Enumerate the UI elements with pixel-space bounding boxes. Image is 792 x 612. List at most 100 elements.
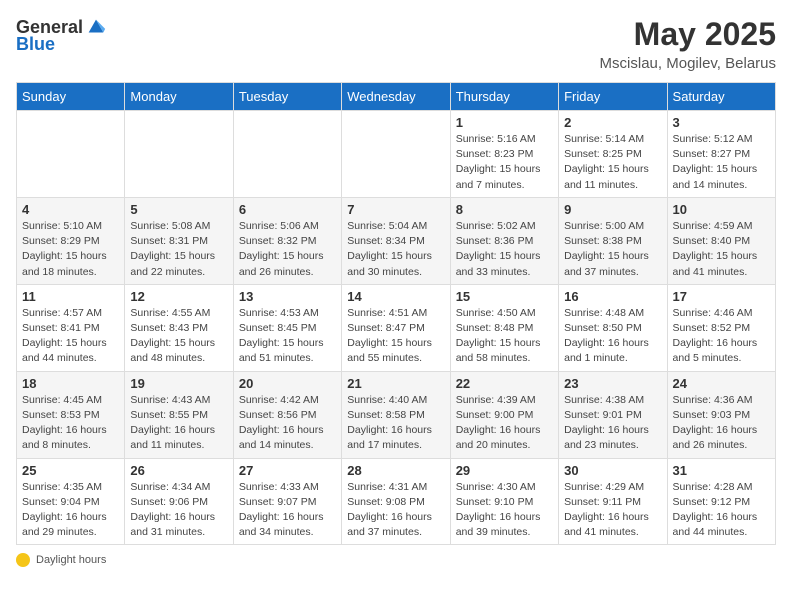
day-number: 25 bbox=[22, 463, 119, 478]
day-info: Sunrise: 4:42 AM Sunset: 8:56 PM Dayligh… bbox=[239, 393, 336, 454]
day-info: Sunrise: 5:16 AM Sunset: 8:23 PM Dayligh… bbox=[456, 132, 553, 193]
calendar-cell: 11 Sunrise: 4:57 AM Sunset: 8:41 PM Dayli… bbox=[17, 284, 125, 371]
day-number: 29 bbox=[456, 463, 553, 478]
calendar-week-row: 25 Sunrise: 4:35 AM Sunset: 9:04 PM Dayli… bbox=[17, 458, 776, 545]
day-info: Sunrise: 4:51 AM Sunset: 8:47 PM Dayligh… bbox=[347, 306, 444, 367]
calendar-cell: 20 Sunrise: 4:42 AM Sunset: 8:56 PM Dayli… bbox=[233, 371, 341, 458]
calendar-week-row: 4Sunrise: 5:10 AM Sunset: 8:29 PM Daylig… bbox=[17, 197, 776, 284]
day-info: Sunrise: 5:04 AM Sunset: 8:34 PM Dayligh… bbox=[347, 219, 444, 280]
logo-blue-text: Blue bbox=[16, 34, 55, 55]
logo: General Blue bbox=[16, 16, 107, 55]
day-number: 14 bbox=[347, 289, 444, 304]
calendar-cell: 23 Sunrise: 4:38 AM Sunset: 9:01 PM Dayli… bbox=[559, 371, 667, 458]
calendar-cell: 21 Sunrise: 4:40 AM Sunset: 8:58 PM Dayli… bbox=[342, 371, 450, 458]
day-number: 21 bbox=[347, 376, 444, 391]
day-number: 11 bbox=[22, 289, 119, 304]
day-info: Sunrise: 4:48 AM Sunset: 8:50 PM Dayligh… bbox=[564, 306, 661, 367]
calendar-week-row: 1 Sunrise: 5:16 AM Sunset: 8:23 PM Daylig… bbox=[17, 111, 776, 198]
day-number: 7 bbox=[347, 202, 444, 217]
day-number: 6 bbox=[239, 202, 336, 217]
column-header-thursday: Thursday bbox=[450, 83, 558, 111]
calendar-cell: 8 Sunrise: 5:02 AM Sunset: 8:36 PM Daylig… bbox=[450, 197, 558, 284]
calendar-cell bbox=[233, 111, 341, 198]
day-number: 23 bbox=[564, 376, 661, 391]
calendar-cell bbox=[125, 111, 233, 198]
day-info: Sunrise: 5:00 AM Sunset: 8:38 PM Dayligh… bbox=[564, 219, 661, 280]
day-info: Sunrise: 4:34 AM Sunset: 9:06 PM Dayligh… bbox=[130, 480, 227, 541]
calendar-cell: 19 Sunrise: 4:43 AM Sunset: 8:55 PM Dayli… bbox=[125, 371, 233, 458]
calendar-cell: 17Sunrise: 4:46 AM Sunset: 8:52 PM Dayli… bbox=[667, 284, 775, 371]
day-info: Sunrise: 4:53 AM Sunset: 8:45 PM Dayligh… bbox=[239, 306, 336, 367]
calendar-cell bbox=[342, 111, 450, 198]
day-number: 9 bbox=[564, 202, 661, 217]
location-title: Mscislau, Mogilev, Belarus bbox=[600, 55, 776, 72]
calendar-cell: 25 Sunrise: 4:35 AM Sunset: 9:04 PM Dayli… bbox=[17, 458, 125, 545]
day-number: 27 bbox=[239, 463, 336, 478]
calendar-header-row: SundayMondayTuesdayWednesdayThursdayFrid… bbox=[17, 83, 776, 111]
sun-icon bbox=[16, 553, 30, 567]
calendar-cell: 6 Sunrise: 5:06 AM Sunset: 8:32 PM Daylig… bbox=[233, 197, 341, 284]
calendar-cell: 30 Sunrise: 4:29 AM Sunset: 9:11 PM Dayli… bbox=[559, 458, 667, 545]
calendar-cell: 2Sunrise: 5:14 AM Sunset: 8:25 PM Daylig… bbox=[559, 111, 667, 198]
calendar-cell: 24 Sunrise: 4:36 AM Sunset: 9:03 PM Dayli… bbox=[667, 371, 775, 458]
day-number: 12 bbox=[130, 289, 227, 304]
calendar-cell: 1 Sunrise: 5:16 AM Sunset: 8:23 PM Daylig… bbox=[450, 111, 558, 198]
daylight-label: Daylight hours bbox=[36, 554, 106, 566]
day-info: Sunrise: 4:30 AM Sunset: 9:10 PM Dayligh… bbox=[456, 480, 553, 541]
day-number: 8 bbox=[456, 202, 553, 217]
footer-note: Daylight hours bbox=[16, 553, 776, 567]
day-number: 30 bbox=[564, 463, 661, 478]
calendar-cell: 3Sunrise: 5:12 AM Sunset: 8:27 PM Daylig… bbox=[667, 111, 775, 198]
day-info: Sunrise: 4:35 AM Sunset: 9:04 PM Dayligh… bbox=[22, 480, 119, 541]
column-header-saturday: Saturday bbox=[667, 83, 775, 111]
day-info: Sunrise: 4:57 AM Sunset: 8:41 PM Dayligh… bbox=[22, 306, 119, 367]
calendar-table: SundayMondayTuesdayWednesdayThursdayFrid… bbox=[16, 82, 776, 545]
calendar-cell: 9 Sunrise: 5:00 AM Sunset: 8:38 PM Daylig… bbox=[559, 197, 667, 284]
day-number: 4 bbox=[22, 202, 119, 217]
day-info: Sunrise: 4:33 AM Sunset: 9:07 PM Dayligh… bbox=[239, 480, 336, 541]
day-number: 17 bbox=[673, 289, 770, 304]
day-info: Sunrise: 5:02 AM Sunset: 8:36 PM Dayligh… bbox=[456, 219, 553, 280]
day-number: 10 bbox=[673, 202, 770, 217]
calendar-week-row: 18Sunrise: 4:45 AM Sunset: 8:53 PM Dayli… bbox=[17, 371, 776, 458]
logo-icon bbox=[85, 16, 107, 38]
day-info: Sunrise: 4:59 AM Sunset: 8:40 PM Dayligh… bbox=[673, 219, 770, 280]
calendar-cell: 29 Sunrise: 4:30 AM Sunset: 9:10 PM Dayli… bbox=[450, 458, 558, 545]
calendar-cell bbox=[17, 111, 125, 198]
calendar-cell: 27 Sunrise: 4:33 AM Sunset: 9:07 PM Dayli… bbox=[233, 458, 341, 545]
day-number: 16 bbox=[564, 289, 661, 304]
day-number: 20 bbox=[239, 376, 336, 391]
day-info: Sunrise: 4:43 AM Sunset: 8:55 PM Dayligh… bbox=[130, 393, 227, 454]
day-info: Sunrise: 4:29 AM Sunset: 9:11 PM Dayligh… bbox=[564, 480, 661, 541]
day-info: Sunrise: 4:45 AM Sunset: 8:53 PM Dayligh… bbox=[22, 393, 119, 454]
calendar-cell: 7 Sunrise: 5:04 AM Sunset: 8:34 PM Daylig… bbox=[342, 197, 450, 284]
day-number: 26 bbox=[130, 463, 227, 478]
day-info: Sunrise: 4:40 AM Sunset: 8:58 PM Dayligh… bbox=[347, 393, 444, 454]
column-header-tuesday: Tuesday bbox=[233, 83, 341, 111]
calendar-cell: 13Sunrise: 4:53 AM Sunset: 8:45 PM Dayli… bbox=[233, 284, 341, 371]
column-header-sunday: Sunday bbox=[17, 83, 125, 111]
calendar-cell: 18Sunrise: 4:45 AM Sunset: 8:53 PM Dayli… bbox=[17, 371, 125, 458]
day-number: 5 bbox=[130, 202, 227, 217]
calendar-cell: 14 Sunrise: 4:51 AM Sunset: 8:47 PM Dayli… bbox=[342, 284, 450, 371]
day-info: Sunrise: 4:31 AM Sunset: 9:08 PM Dayligh… bbox=[347, 480, 444, 541]
column-header-friday: Friday bbox=[559, 83, 667, 111]
calendar-cell: 5 Sunrise: 5:08 AM Sunset: 8:31 PM Daylig… bbox=[125, 197, 233, 284]
day-info: Sunrise: 4:36 AM Sunset: 9:03 PM Dayligh… bbox=[673, 393, 770, 454]
column-header-wednesday: Wednesday bbox=[342, 83, 450, 111]
day-info: Sunrise: 4:38 AM Sunset: 9:01 PM Dayligh… bbox=[564, 393, 661, 454]
column-header-monday: Monday bbox=[125, 83, 233, 111]
calendar-cell: 31Sunrise: 4:28 AM Sunset: 9:12 PM Dayli… bbox=[667, 458, 775, 545]
day-number: 19 bbox=[130, 376, 227, 391]
day-number: 24 bbox=[673, 376, 770, 391]
day-info: Sunrise: 5:14 AM Sunset: 8:25 PM Dayligh… bbox=[564, 132, 661, 193]
day-info: Sunrise: 5:06 AM Sunset: 8:32 PM Dayligh… bbox=[239, 219, 336, 280]
calendar-cell: 26 Sunrise: 4:34 AM Sunset: 9:06 PM Dayli… bbox=[125, 458, 233, 545]
day-info: Sunrise: 5:12 AM Sunset: 8:27 PM Dayligh… bbox=[673, 132, 770, 193]
calendar-cell: 4Sunrise: 5:10 AM Sunset: 8:29 PM Daylig… bbox=[17, 197, 125, 284]
day-number: 1 bbox=[456, 115, 553, 130]
calendar-cell: 16 Sunrise: 4:48 AM Sunset: 8:50 PM Dayli… bbox=[559, 284, 667, 371]
day-info: Sunrise: 5:08 AM Sunset: 8:31 PM Dayligh… bbox=[130, 219, 227, 280]
day-info: Sunrise: 4:55 AM Sunset: 8:43 PM Dayligh… bbox=[130, 306, 227, 367]
day-info: Sunrise: 4:50 AM Sunset: 8:48 PM Dayligh… bbox=[456, 306, 553, 367]
